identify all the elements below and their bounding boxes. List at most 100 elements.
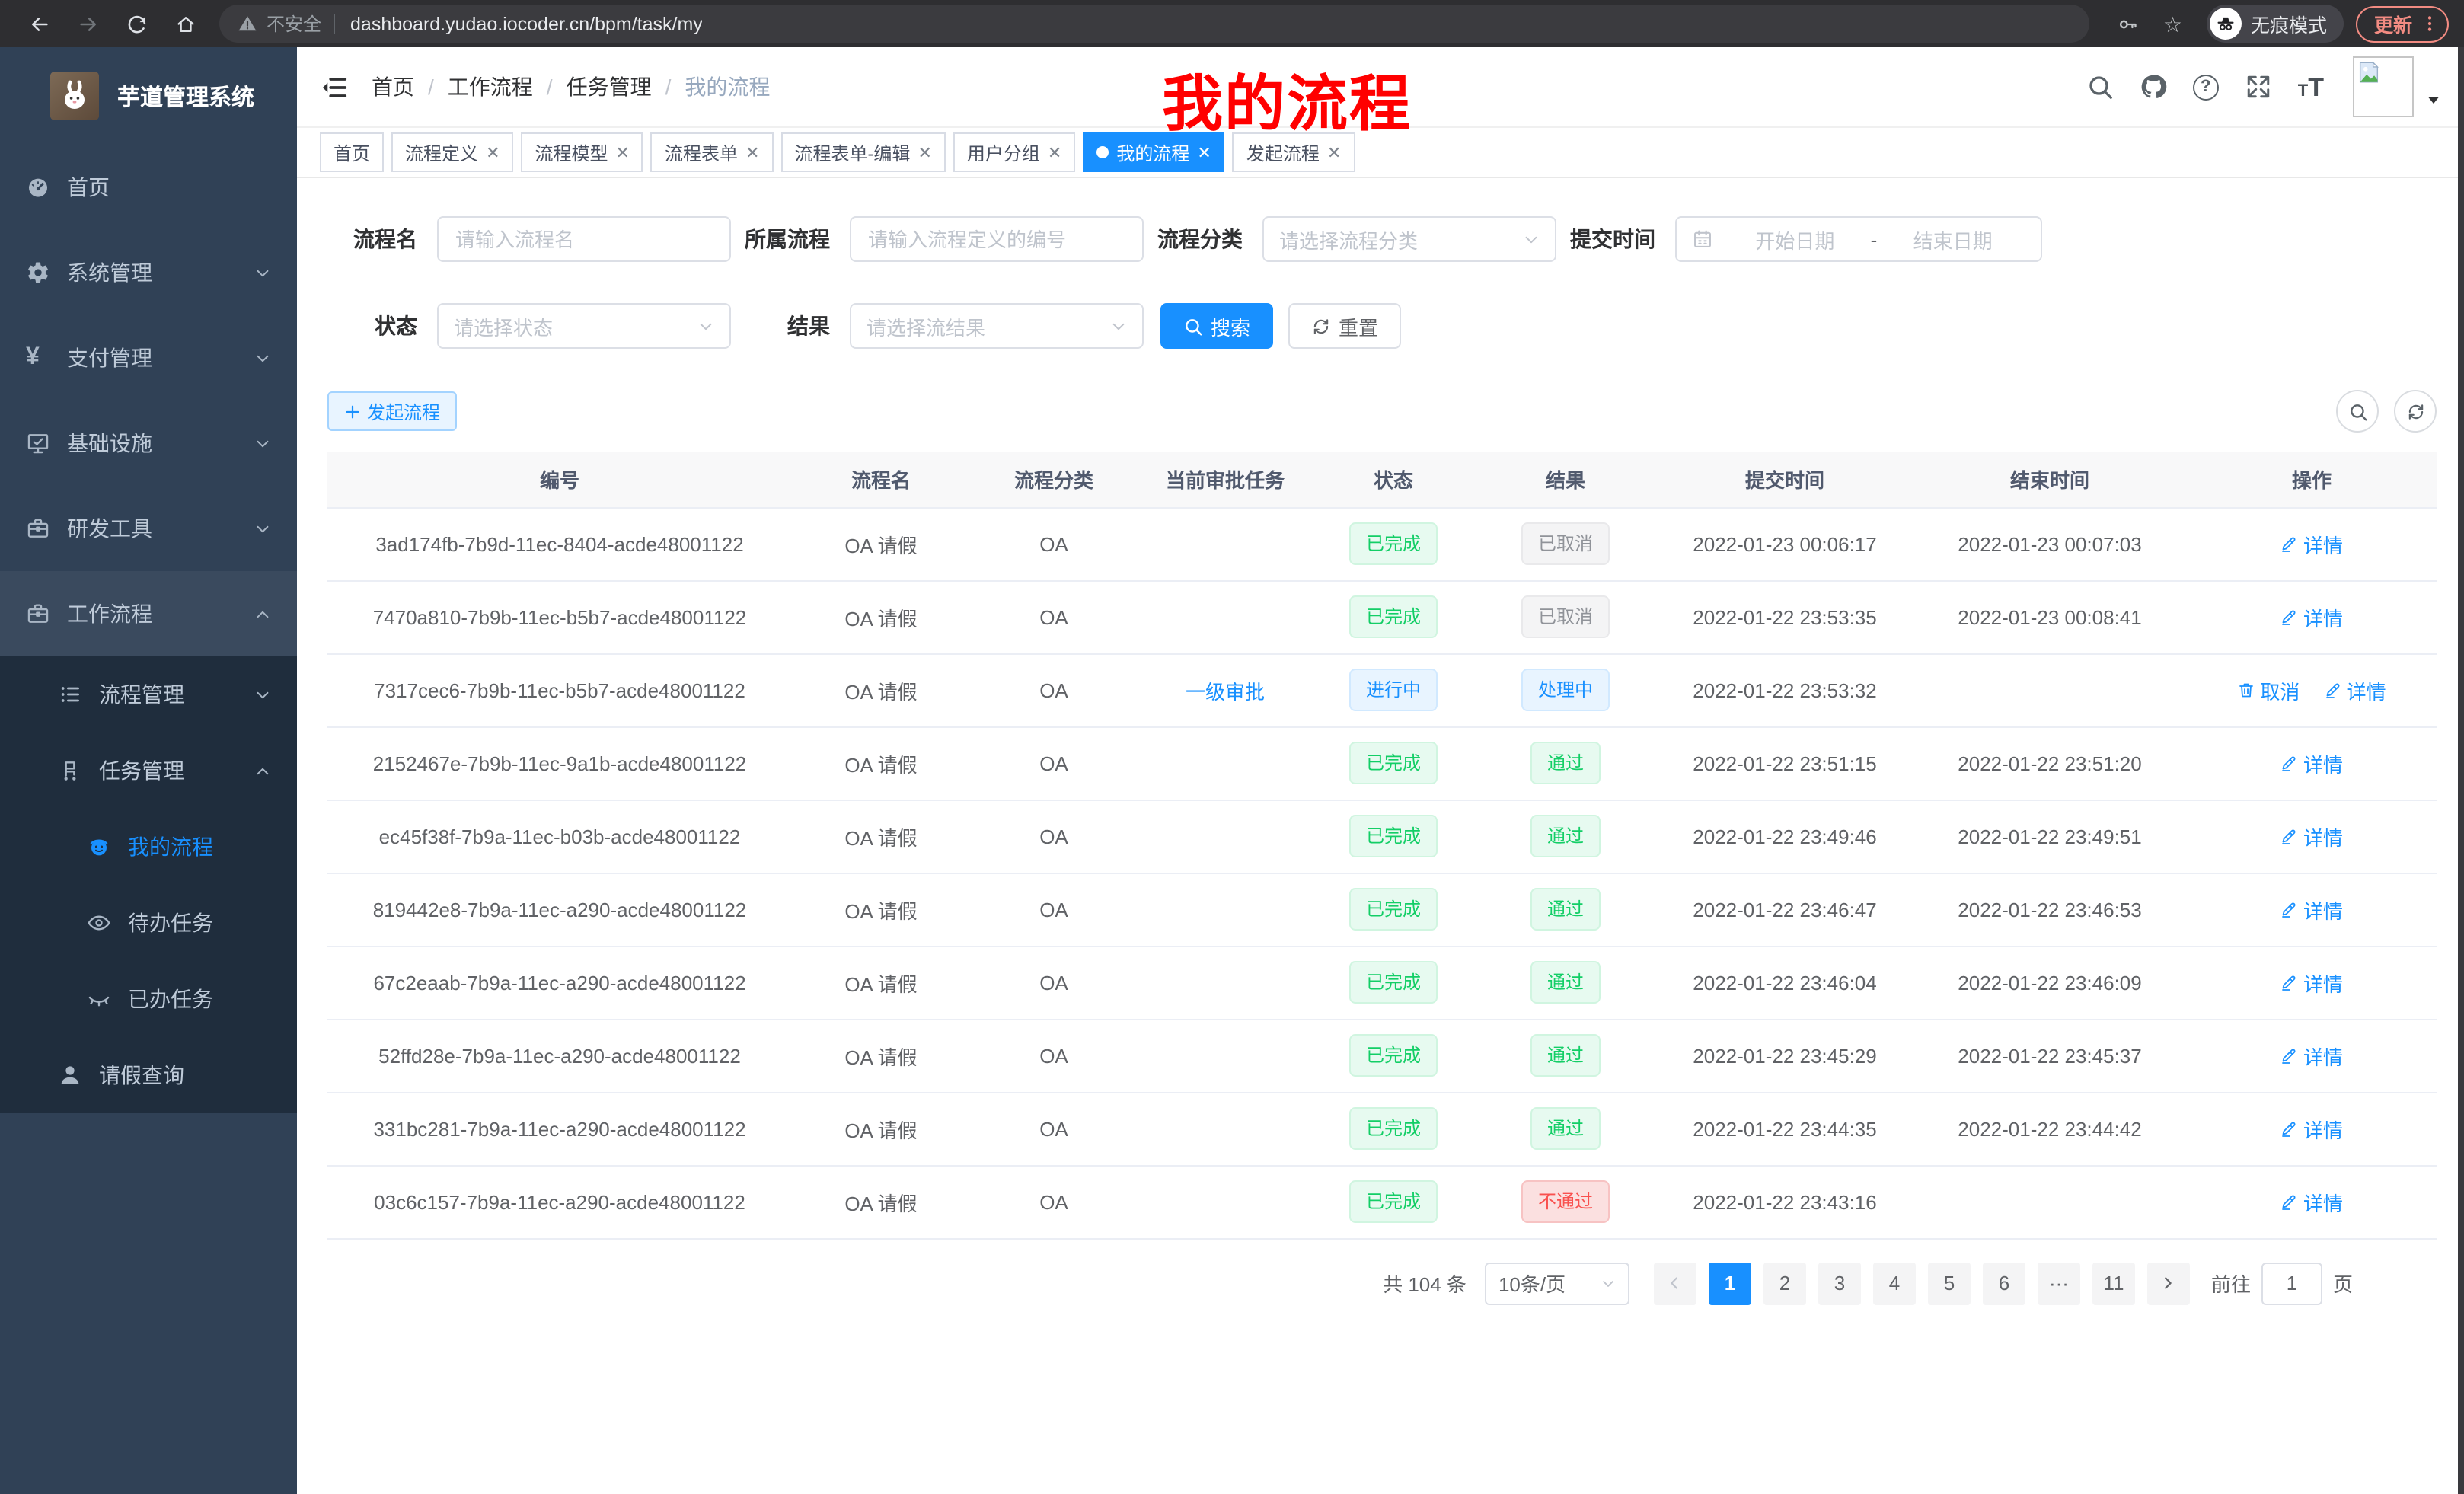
address-bar[interactable]: 不安全 dashboard.yudao.iocoder.cn/bpm/task/… xyxy=(219,5,2090,43)
close-icon[interactable]: ✕ xyxy=(918,142,931,162)
browser-home-icon[interactable] xyxy=(175,13,196,34)
reset-button[interactable]: 重置 xyxy=(1288,303,1401,349)
close-icon[interactable]: ✕ xyxy=(745,142,759,162)
detail-link[interactable]: 详情 xyxy=(2280,602,2343,631)
tab-user-group[interactable]: 用户分组✕ xyxy=(953,132,1075,172)
detail-link[interactable]: 详情 xyxy=(2280,968,2343,997)
current-task-link[interactable]: 一级审批 xyxy=(1186,680,1265,703)
tab-process-form-edit[interactable]: 流程表单-编辑✕ xyxy=(780,132,945,172)
sidebar-item-done-tasks[interactable]: 已办任务 xyxy=(0,961,297,1037)
close-icon[interactable]: ✕ xyxy=(1327,142,1341,162)
tab-my-process[interactable]: 我的流程✕ xyxy=(1083,132,1224,172)
sidebar-item-todo-tasks[interactable]: 待办任务 xyxy=(0,885,297,961)
fullscreen-icon[interactable] xyxy=(2245,73,2272,101)
app-logo-row[interactable]: 芋道管理系统 xyxy=(0,47,297,145)
tab-home[interactable]: 首页 xyxy=(320,132,384,172)
status-select[interactable]: 请选择状态 xyxy=(437,303,731,349)
browser-menu-icon[interactable] xyxy=(2420,14,2440,34)
sidebar-item-workflow[interactable]: 工作流程 xyxy=(0,571,297,656)
end-date-placeholder: 结束日期 xyxy=(1880,225,2025,254)
page-button-5[interactable]: 5 xyxy=(1928,1262,1971,1304)
sidebar-item-leave-query[interactable]: 请假查询 xyxy=(0,1037,297,1113)
page-button-2[interactable]: 2 xyxy=(1763,1262,1806,1304)
status-badge: 已完成 xyxy=(1349,1107,1438,1150)
font-size-icon[interactable]: TT xyxy=(2298,74,2324,100)
cancel-link[interactable]: 取消 xyxy=(2237,675,2300,704)
more-pages-button[interactable]: ··· xyxy=(2038,1262,2080,1304)
browser-forward-icon[interactable] xyxy=(78,13,99,34)
detail-link[interactable]: 详情 xyxy=(2280,529,2343,558)
page-button-3[interactable]: 3 xyxy=(1818,1262,1861,1304)
next-page-button[interactable] xyxy=(2147,1262,2190,1304)
refresh-button[interactable] xyxy=(2394,390,2437,433)
help-icon[interactable]: ? xyxy=(2193,74,2219,100)
close-icon[interactable]: ✕ xyxy=(486,142,500,162)
tab-start-process[interactable]: 发起流程✕ xyxy=(1233,132,1355,172)
search-icon[interactable] xyxy=(2086,73,2114,101)
chevron-up-icon xyxy=(254,605,271,622)
breadcrumb-task-mgmt[interactable]: 任务管理 xyxy=(567,72,652,102)
tab-process-model[interactable]: 流程模型✕ xyxy=(522,132,643,172)
close-icon[interactable]: ✕ xyxy=(616,142,630,162)
submit-time-label: 提交时间 xyxy=(1570,224,1675,254)
page-size-select[interactable]: 10条/页 xyxy=(1485,1262,1629,1304)
caret-down-icon[interactable] xyxy=(2426,93,2441,108)
bookmark-star-icon[interactable]: ☆ xyxy=(2163,13,2182,34)
page-button-11[interactable]: 11 xyxy=(2092,1262,2135,1304)
close-icon[interactable]: ✕ xyxy=(1048,142,1061,162)
incognito-icon xyxy=(2210,8,2242,40)
sidebar-item-process-mgmt[interactable]: 流程管理 xyxy=(0,656,297,733)
detail-link[interactable]: 详情 xyxy=(2280,895,2343,924)
category-select[interactable]: 请选择流程分类 xyxy=(1262,216,1556,262)
close-icon[interactable]: ✕ xyxy=(1197,142,1211,162)
sidebar: 芋道管理系统 首页 系统管理 ¥ 支付管理 xyxy=(0,47,297,1494)
breadcrumb-workflow[interactable]: 工作流程 xyxy=(448,72,533,102)
browser-reload-icon[interactable] xyxy=(126,13,148,34)
sidebar-item-payment[interactable]: ¥ 支付管理 xyxy=(0,315,297,401)
process-name-input[interactable] xyxy=(439,218,729,260)
hide-search-button[interactable] xyxy=(2336,390,2379,433)
sidebar-item-home[interactable]: 首页 xyxy=(0,145,297,230)
result-select[interactable]: 请选择流结果 xyxy=(850,303,1144,349)
detail-link[interactable]: 详情 xyxy=(2324,675,2386,704)
prev-page-button[interactable] xyxy=(1654,1262,1696,1304)
chevron-down-icon xyxy=(1523,231,1540,247)
sidebar-item-infra[interactable]: 基础设施 xyxy=(0,401,297,486)
address-divider xyxy=(334,14,335,34)
detail-link[interactable]: 详情 xyxy=(2280,749,2343,777)
pen-icon xyxy=(2280,900,2299,918)
sidebar-item-task-mgmt[interactable]: 任务管理 xyxy=(0,733,297,809)
submit-time-range-picker[interactable]: 开始日期 - 结束日期 xyxy=(1675,216,2042,262)
definition-input[interactable] xyxy=(851,218,1142,260)
hamburger-icon[interactable] xyxy=(320,72,349,101)
page-button-4[interactable]: 4 xyxy=(1873,1262,1916,1304)
active-dot xyxy=(1096,146,1109,158)
tab-process-form[interactable]: 流程表单✕ xyxy=(651,132,773,172)
gear-icon xyxy=(26,260,50,285)
navbar-actions: ? TT xyxy=(2086,56,2441,117)
sidebar-item-devtools[interactable]: 研发工具 xyxy=(0,486,297,571)
page-button-6[interactable]: 6 xyxy=(1983,1262,2025,1304)
user-menu[interactable] xyxy=(2353,56,2441,117)
col-id: 编号 xyxy=(327,452,792,507)
goto-page-input[interactable] xyxy=(2261,1262,2322,1304)
password-key-icon[interactable] xyxy=(2118,13,2139,34)
sidebar-item-my-process[interactable]: 我的流程 xyxy=(0,809,297,885)
detail-link[interactable]: 详情 xyxy=(2280,1041,2343,1070)
chevron-down-icon xyxy=(254,435,271,452)
detail-link[interactable]: 详情 xyxy=(2280,1114,2343,1143)
search-button[interactable]: 搜索 xyxy=(1160,303,1273,349)
monitor-icon xyxy=(26,431,50,455)
breadcrumb-home[interactable]: 首页 xyxy=(372,72,414,102)
status-badge: 已完成 xyxy=(1349,742,1438,784)
tab-process-definition[interactable]: 流程定义✕ xyxy=(391,132,513,172)
avatar[interactable] xyxy=(2353,56,2414,117)
detail-link[interactable]: 详情 xyxy=(2280,1187,2343,1216)
github-icon[interactable] xyxy=(2140,73,2167,101)
sidebar-item-system[interactable]: 系统管理 xyxy=(0,230,297,315)
detail-link[interactable]: 详情 xyxy=(2280,822,2343,851)
start-process-button[interactable]: 发起流程 xyxy=(327,391,457,431)
page-button-1[interactable]: 1 xyxy=(1709,1262,1751,1304)
browser-back-icon[interactable] xyxy=(29,13,50,34)
browser-update-button[interactable]: 更新 xyxy=(2356,5,2449,42)
